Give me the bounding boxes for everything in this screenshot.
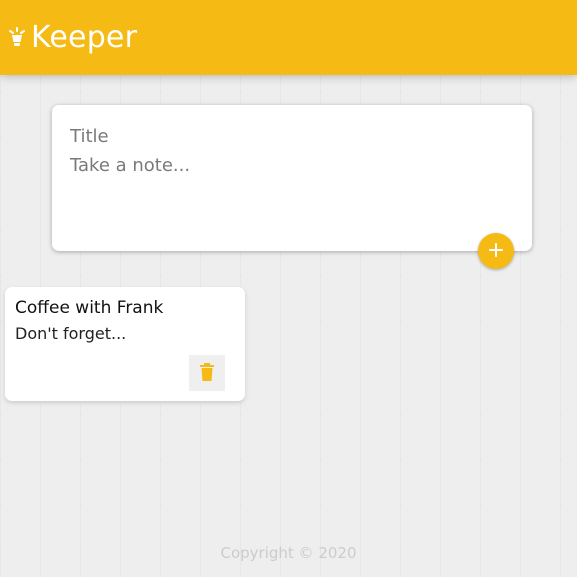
create-note-form — [52, 105, 532, 251]
delete-note-button[interactable] — [189, 355, 225, 391]
trash-icon — [199, 362, 215, 384]
note-content-input[interactable] — [70, 155, 514, 235]
note-title-input[interactable] — [70, 123, 514, 149]
footer: Copyright © 2020 — [0, 544, 577, 568]
app-title: Keeper — [31, 20, 138, 55]
add-note-button[interactable] — [478, 233, 514, 269]
lightbulb-icon — [8, 25, 26, 51]
note-card: Coffee with Frank Don't forget... — [5, 287, 245, 401]
copyright-text: Copyright © 2020 — [220, 544, 357, 562]
note-title: Coffee with Frank — [15, 298, 164, 318]
app-header: Keeper — [0, 0, 577, 75]
plus-icon — [488, 242, 504, 261]
note-content: Don't forget... — [15, 324, 127, 343]
